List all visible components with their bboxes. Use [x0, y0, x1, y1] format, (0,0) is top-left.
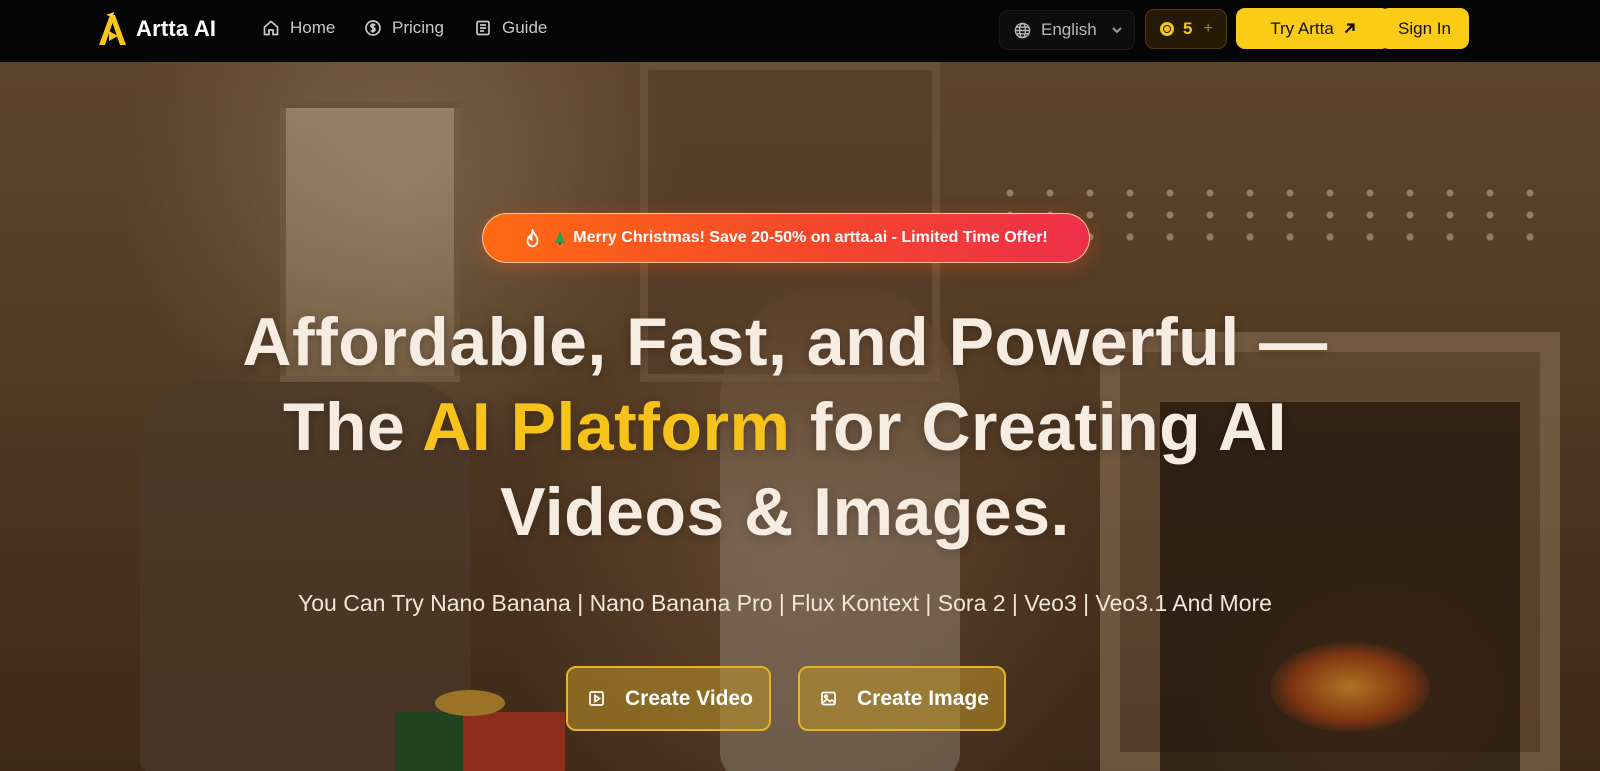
promo-text: Merry Christmas! Save 20-50% on artta.ai… — [573, 229, 1048, 246]
headline-line-1: Affordable, Fast, and Powerful — — [242, 304, 1328, 380]
hero-model-list: You Can Try Nano Banana | Nano Banana Pr… — [298, 590, 1272, 616]
dollar-circle-icon — [365, 20, 381, 36]
add-credits-icon[interactable]: + — [1203, 20, 1212, 38]
try-artta-button[interactable]: Try Artta — [1236, 8, 1390, 49]
create-image-label: Create Image — [857, 686, 989, 710]
home-icon — [263, 20, 279, 36]
sign-in-button[interactable]: Sign In — [1380, 8, 1469, 49]
credits-badge[interactable]: 5 + — [1145, 9, 1227, 49]
create-image-button[interactable]: Create Image — [798, 666, 1006, 731]
headline-line-2-end: for Creating AI — [790, 389, 1288, 465]
nav-pricing-label: Pricing — [392, 18, 444, 37]
coin-icon — [1160, 22, 1174, 36]
image-icon — [821, 691, 836, 706]
hero-headline: Affordable, Fast, and Powerful — The AI … — [0, 300, 1570, 555]
headline-line-3: Videos & Images. — [500, 474, 1070, 550]
headline-line-2-start: The — [282, 389, 423, 465]
artta-logo-icon — [99, 12, 126, 45]
nav-home-label: Home — [290, 18, 336, 37]
top-navbar: Artta AI Home Pricing Guide English 5 + … — [0, 0, 1600, 62]
globe-icon — [1014, 22, 1031, 38]
nav-pricing-link[interactable]: Pricing — [364, 18, 444, 38]
nav-guide-link[interactable]: Guide — [474, 18, 547, 38]
fire-icon — [526, 228, 539, 247]
arrow-up-right-icon — [1344, 23, 1355, 34]
create-video-button[interactable]: Create Video — [566, 666, 771, 731]
book-icon — [476, 20, 490, 36]
language-selector[interactable]: English — [1000, 11, 1134, 49]
create-video-label: Create Video — [625, 686, 753, 710]
headline-accent: AI Platform — [422, 389, 791, 465]
promo-banner[interactable]: Merry Christmas! Save 20-50% on artta.ai… — [482, 213, 1090, 263]
brand-name: Artta AI — [136, 16, 217, 41]
chevron-down-icon — [1112, 27, 1122, 34]
language-selected: English — [1041, 20, 1097, 39]
nav-home-link[interactable]: Home — [262, 18, 335, 38]
play-square-icon — [589, 691, 604, 706]
try-artta-label: Try Artta — [1270, 18, 1334, 38]
nav-guide-label: Guide — [502, 18, 548, 37]
credits-count: 5 — [1183, 19, 1193, 38]
christmas-tree-icon — [555, 231, 566, 245]
brand-logo[interactable]: Artta AI — [96, 11, 216, 47]
